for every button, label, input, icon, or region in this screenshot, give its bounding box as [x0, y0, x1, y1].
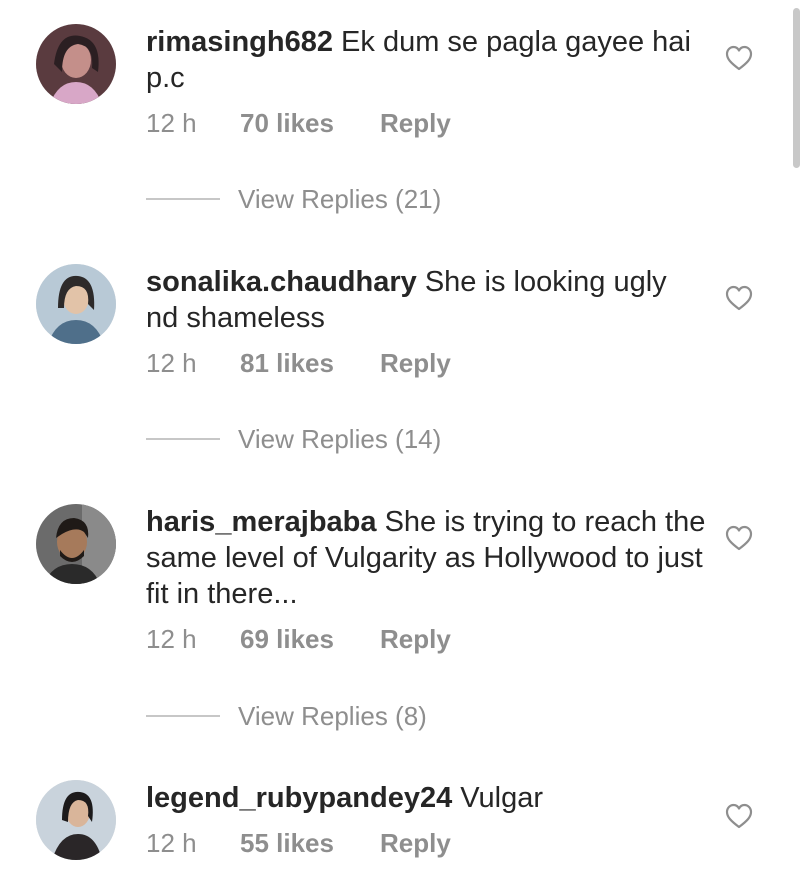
comment-likes[interactable]: 70 likes	[240, 108, 334, 138]
avatar[interactable]	[36, 264, 116, 344]
replies-divider	[146, 198, 220, 200]
view-replies[interactable]: View Replies (14)	[146, 424, 546, 454]
comment-time: 12 h	[146, 624, 197, 654]
reply-button[interactable]: Reply	[380, 828, 451, 858]
comment-text: sonalika.chaudhary She is looking ugly n…	[146, 264, 706, 336]
comment-text: rimasingh682 Ek dum se pagla gayee hai p…	[146, 24, 706, 96]
heart-icon[interactable]	[724, 524, 754, 552]
scrollbar[interactable]	[793, 8, 800, 168]
comment-text: legend_rubypandey24 Vulgar	[146, 780, 706, 816]
comment-username[interactable]: legend_rubypandey24	[146, 782, 452, 814]
reply-button[interactable]: Reply	[380, 624, 451, 654]
comment-likes[interactable]: 81 likes	[240, 348, 334, 378]
view-replies-label[interactable]: View Replies (8)	[238, 701, 427, 731]
view-replies[interactable]: View Replies (8)	[146, 701, 546, 731]
comment-time: 12 h	[146, 348, 197, 378]
comment-time: 12 h	[146, 828, 197, 858]
comment-likes[interactable]: 55 likes	[240, 828, 334, 858]
comment-username[interactable]: rimasingh682	[146, 26, 333, 58]
view-replies-label[interactable]: View Replies (21)	[238, 184, 441, 214]
comment-username[interactable]: haris_merajbaba	[146, 506, 377, 538]
reply-button[interactable]: Reply	[380, 348, 451, 378]
comment-likes[interactable]: 69 likes	[240, 624, 334, 654]
heart-icon[interactable]	[724, 802, 754, 830]
comments-screen: rimasingh682 Ek dum se pagla gayee hai p…	[0, 0, 800, 889]
heart-icon[interactable]	[724, 284, 754, 312]
view-replies-label[interactable]: View Replies (14)	[238, 424, 441, 454]
avatar[interactable]	[36, 24, 116, 104]
replies-divider	[146, 715, 220, 717]
comment-username[interactable]: sonalika.chaudhary	[146, 266, 417, 298]
heart-icon[interactable]	[724, 44, 754, 72]
avatar[interactable]	[36, 780, 116, 860]
comment-time: 12 h	[146, 108, 197, 138]
view-replies[interactable]: View Replies (21)	[146, 184, 546, 214]
comment-body: Vulgar	[452, 782, 544, 814]
reply-button[interactable]: Reply	[380, 108, 451, 138]
replies-divider	[146, 438, 220, 440]
avatar[interactable]	[36, 504, 116, 584]
comment-text: haris_merajbaba She is trying to reach t…	[146, 504, 706, 612]
